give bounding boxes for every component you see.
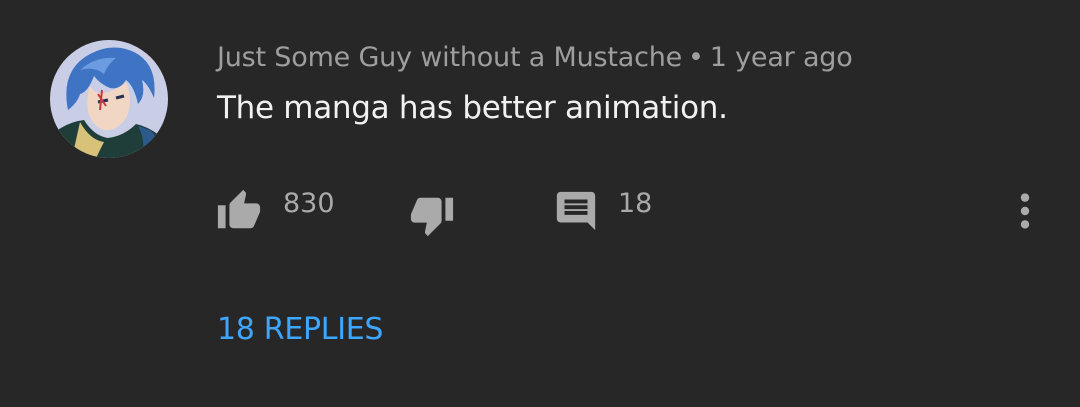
author-name[interactable]: Just Some Guy without a Mustache <box>217 42 682 73</box>
comment-actions: 830 18 <box>0 182 1080 237</box>
view-replies-button[interactable]: 18 REPLIES <box>217 311 383 349</box>
thumb-down-icon[interactable] <box>409 192 455 238</box>
comment-header: Just Some Guy without a Mustache • 1 year … <box>217 40 853 76</box>
avatar[interactable] <box>50 40 168 158</box>
avatar-image <box>50 40 168 158</box>
comment-icon[interactable] <box>553 188 599 234</box>
comment-thread: Just Some Guy without a Mustache • 1 year … <box>0 0 1080 407</box>
comment-text: The manga has better animation. <box>217 90 728 126</box>
reply-count: 18 <box>618 188 653 219</box>
more-vert-icon[interactable] <box>1002 188 1048 234</box>
separator-dot: • <box>688 42 704 73</box>
timestamp: 1 year ago <box>709 42 853 73</box>
like-count: 830 <box>283 188 335 219</box>
thumb-up-icon[interactable] <box>216 188 262 234</box>
